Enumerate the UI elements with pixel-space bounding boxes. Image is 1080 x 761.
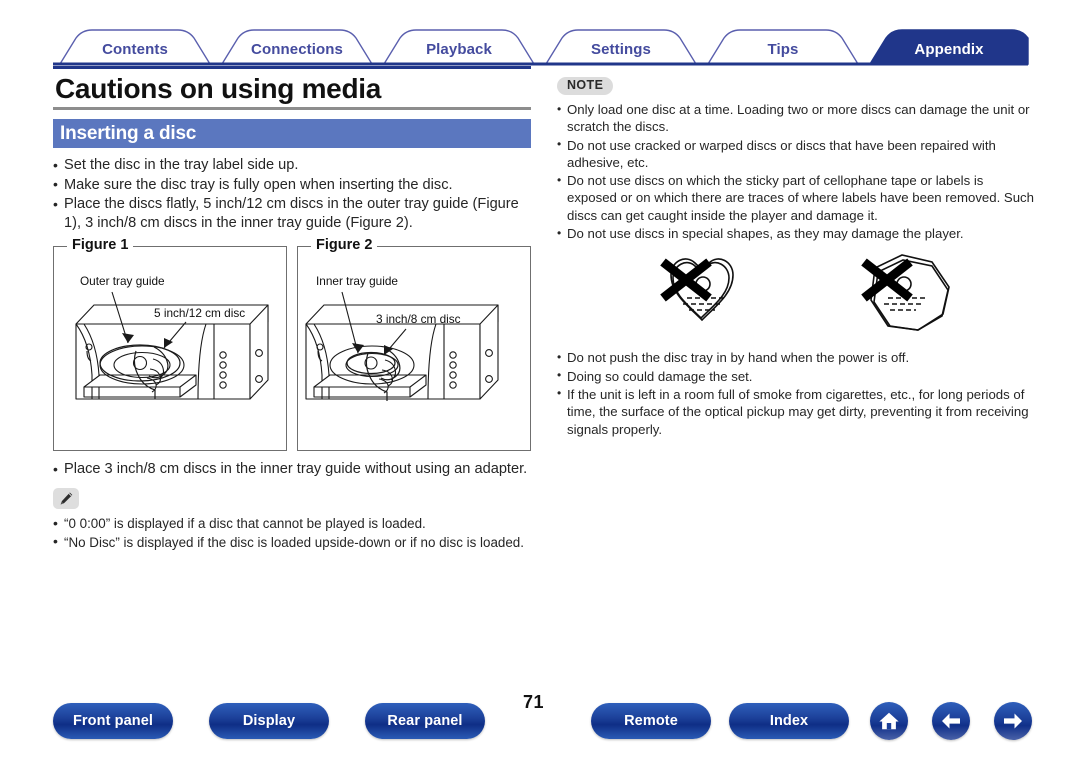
list-item: Place 3 inch/8 cm discs in the inner tra… — [53, 460, 531, 479]
arrow-left-icon — [942, 713, 960, 729]
figure-group: Figure 1 Outer tray guide 5 inch/12 cm d… — [53, 237, 531, 452]
note-bullet-list-top: Only load one disc at a time. Loading tw… — [557, 101, 1035, 243]
tab-tips[interactable]: Tips — [708, 41, 858, 58]
forbidden-disc-shapes — [557, 250, 1035, 342]
pencil-icon-badge — [53, 488, 79, 509]
figure-2-callout-bottom: 3 inch/8 cm disc — [376, 312, 461, 326]
figure-1: Figure 1 Outer tray guide 5 inch/12 cm d… — [53, 237, 287, 452]
tip-bullet-list: “0 0:00” is displayed if a disc that can… — [53, 515, 531, 551]
display-button[interactable]: Display — [209, 703, 329, 739]
home-icon — [879, 712, 899, 730]
list-item: Set the disc in the tray label side up. — [53, 156, 531, 175]
tab-contents[interactable]: Contents — [60, 41, 210, 58]
list-item: Make sure the disc tray is fully open wh… — [53, 175, 531, 195]
figure-1-callout-top: Outer tray guide — [80, 274, 165, 288]
title-rule-bottom — [53, 107, 531, 111]
page-title: Cautions on using media — [55, 73, 382, 104]
manual-page: Contents Connections Playback Settings T… — [0, 0, 1080, 761]
tab-settings[interactable]: Settings — [546, 41, 696, 58]
back-button[interactable] — [932, 702, 970, 740]
pencil-icon — [60, 492, 72, 505]
front-panel-button[interactable]: Front panel — [53, 703, 173, 739]
list-item: Do not use cracked or warped discs or di… — [557, 136, 1035, 172]
list-item: Do not use discs on which the sticky par… — [557, 172, 1035, 224]
tab-bar: Contents Connections Playback Settings T… — [0, 0, 1080, 70]
rear-panel-button[interactable]: Rear panel — [365, 703, 485, 739]
list-item: “0 0:00” is displayed if a disc that can… — [53, 515, 531, 533]
figure-2-illustration: Inner tray guide 3 inch/8 cm disc — [305, 274, 499, 402]
left-column: Cautions on using media Inserting a disc… — [53, 66, 531, 551]
figure-1-callout-bottom: 5 inch/12 cm disc — [154, 306, 245, 320]
right-column: NOTE Only load one disc at a time. Loadi… — [557, 76, 1035, 438]
arrow-right-icon — [1004, 713, 1022, 729]
figure-2-callout-top: Inner tray guide — [316, 274, 398, 288]
remote-button[interactable]: Remote — [591, 703, 711, 739]
index-button[interactable]: Index — [729, 703, 849, 739]
tab-appendix[interactable]: Appendix — [874, 41, 1024, 58]
after-figures-bullet-list: Place 3 inch/8 cm discs in the inner tra… — [53, 460, 531, 479]
note-badge: NOTE — [557, 77, 614, 95]
list-item: Doing so could damage the set. — [557, 367, 1035, 385]
list-item: “No Disc” is displayed if the disc is lo… — [53, 533, 531, 552]
home-button[interactable] — [870, 702, 908, 740]
list-item: Do not push the disc tray in by hand whe… — [557, 349, 1035, 367]
list-item: Do not use discs in special shapes, as t… — [557, 225, 1035, 243]
section-heading: Inserting a disc — [53, 119, 531, 149]
footer-navigation: Front panel Display Rear panel Remote In… — [0, 683, 1080, 761]
list-item: Place the discs flatly, 5 inch/12 cm dis… — [53, 195, 531, 232]
note-bullet-list-bottom: Do not push the disc tray in by hand whe… — [557, 349, 1035, 437]
section-bullet-list: Set the disc in the tray label side up. … — [53, 156, 531, 232]
forbidden-disc-shapes-graphic — [660, 254, 950, 332]
figure-2: Figure 2 Inner tray guide 3 inch/8 cm di… — [297, 237, 531, 452]
list-item: If the unit is left in a room full of sm… — [557, 385, 1035, 438]
forward-button[interactable] — [994, 702, 1032, 740]
tab-bar-graphics — [53, 29, 1029, 66]
figure-1-illustration: Outer tray guide 5 inch/12 cm disc — [75, 274, 269, 400]
tab-playback[interactable]: Playback — [384, 41, 534, 58]
list-item: Only load one disc at a time. Loading tw… — [557, 101, 1035, 136]
tab-connections[interactable]: Connections — [222, 41, 372, 58]
